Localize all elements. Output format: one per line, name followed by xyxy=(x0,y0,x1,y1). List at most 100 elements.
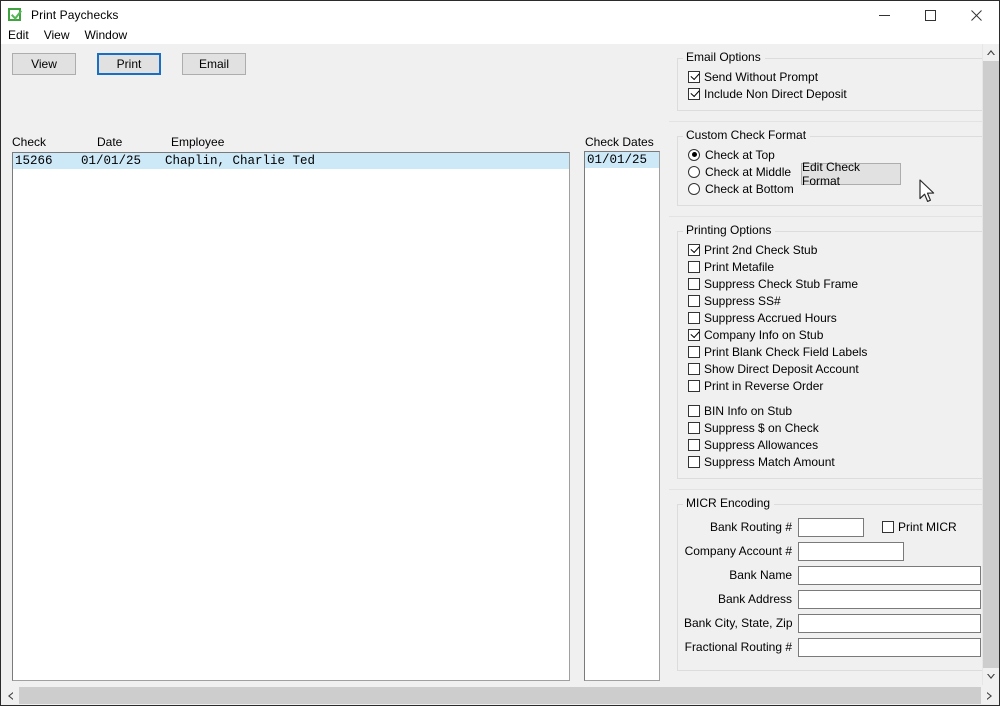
checkbox-icon xyxy=(688,345,700,358)
scroll-right-arrow[interactable] xyxy=(981,687,998,704)
column-header-employee: Employee xyxy=(171,135,225,149)
checkbox-show-direct-deposit-account[interactable]: Show Direct Deposit Account xyxy=(688,360,982,377)
option-label: Check at Bottom xyxy=(705,181,794,196)
checkbox-icon xyxy=(688,455,700,468)
print-button[interactable]: Print xyxy=(97,53,161,75)
scroll-down-arrow[interactable] xyxy=(983,668,999,685)
field-label: Bank City, State, Zip xyxy=(684,616,793,630)
paycheck-document-icon xyxy=(8,7,24,23)
option-label: Suppress Match Amount xyxy=(704,454,835,469)
micr-field-bank-routing: Bank Routing # Print MICR xyxy=(684,516,976,538)
edit-check-format-button[interactable]: Edit Check Format xyxy=(801,160,901,188)
printing-options-title: Printing Options xyxy=(683,223,776,237)
field-label: Fractional Routing # xyxy=(684,640,792,654)
checkbox-print-micr[interactable]: Print MICR xyxy=(882,520,957,534)
fractional-routing-input[interactable] xyxy=(798,637,981,657)
checkbox-icon xyxy=(688,379,700,392)
column-header-check: Check xyxy=(12,135,47,149)
micr-encoding-title: MICR Encoding xyxy=(683,496,775,510)
option-label: Company Info on Stub xyxy=(704,327,824,342)
bank-city-state-zip-input[interactable] xyxy=(798,613,981,633)
option-label: BIN Info on Stub xyxy=(704,403,793,418)
menu-item-view[interactable]: View xyxy=(44,27,78,44)
horizontal-scrollbar[interactable] xyxy=(2,687,998,704)
checkbox-suppress-ss-number[interactable]: Suppress SS# xyxy=(688,292,982,309)
checkbox-icon xyxy=(688,277,700,290)
maximize-button[interactable] xyxy=(907,1,953,29)
checkbox-icon xyxy=(688,87,700,100)
checkbox-icon xyxy=(688,243,700,256)
column-header-date: Date xyxy=(97,135,123,149)
checkbox-icon xyxy=(688,260,700,273)
micr-field-bank-address: Bank Address xyxy=(684,588,981,610)
checkbox-suppress-accrued-hours[interactable]: Suppress Accrued Hours xyxy=(688,309,982,326)
micr-field-fractional-routing: Fractional Routing # xyxy=(684,636,981,658)
checkbox-print-in-reverse-order[interactable]: Print in Reverse Order xyxy=(688,377,982,394)
scroll-left-arrow[interactable] xyxy=(2,687,19,704)
list-item[interactable]: 01/01/25 xyxy=(585,152,659,168)
checkbox-suppress-match-amount[interactable]: Suppress Match Amount xyxy=(688,453,982,470)
field-label: Bank Address xyxy=(717,592,792,606)
company-account-input[interactable] xyxy=(798,541,904,561)
view-button[interactable]: View xyxy=(12,53,76,75)
title-bar: Print Paychecks xyxy=(1,1,999,29)
checkbox-icon xyxy=(882,521,894,533)
bank-address-input[interactable] xyxy=(798,589,981,609)
bank-name-input[interactable] xyxy=(798,565,981,585)
minimize-button[interactable] xyxy=(861,1,907,29)
field-label: Bank Name xyxy=(729,568,792,582)
checkbox-suppress-allowances[interactable]: Suppress Allowances xyxy=(688,436,982,453)
micr-field-company-account: Company Account # xyxy=(684,540,976,562)
option-label: Include Non Direct Deposit xyxy=(704,86,847,101)
option-label: Send Without Prompt xyxy=(704,69,819,84)
check-dates-list[interactable]: 01/01/25 xyxy=(584,151,660,681)
checkbox-company-info-on-stub[interactable]: Company Info on Stub xyxy=(688,326,982,343)
print-paychecks-window: Print Paychecks Edit View Window View Pr… xyxy=(0,0,1000,706)
checkbox-print-blank-check-field-labels[interactable]: Print Blank Check Field Labels xyxy=(688,343,982,360)
scroll-up-arrow[interactable] xyxy=(983,44,999,61)
cell-check: 15266 xyxy=(15,154,53,168)
checkbox-send-without-prompt[interactable]: Send Without Prompt xyxy=(688,68,982,85)
micr-field-bank-city-state-zip: Bank City, State, Zip xyxy=(684,612,981,634)
micr-encoding-section: MICR Encoding Bank Routing # Print MICR … xyxy=(669,489,987,681)
cell-employee: Chaplin, Charlie Ted xyxy=(165,154,316,168)
checkbox-print-2nd-check-stub[interactable]: Print 2nd Check Stub xyxy=(688,241,982,258)
checkbox-icon xyxy=(688,70,700,83)
radio-icon xyxy=(688,148,700,161)
client-area: View Print Email Check Date Employee 152… xyxy=(1,44,999,705)
option-label: Print MICR xyxy=(898,520,957,534)
option-label: Suppress Accrued Hours xyxy=(704,310,837,325)
checkbox-suppress-dollar-on-check[interactable]: Suppress $ on Check xyxy=(688,419,982,436)
bank-routing-input[interactable] xyxy=(798,517,864,537)
horizontal-scrollbar-track[interactable] xyxy=(19,687,981,704)
email-button[interactable]: Email xyxy=(182,53,246,75)
option-label: Print Metafile xyxy=(704,259,775,274)
checkbox-bin-info-on-stub[interactable]: BIN Info on Stub xyxy=(688,402,982,419)
checkbox-print-metafile[interactable]: Print Metafile xyxy=(688,258,982,275)
check-list-header: Check Date Employee xyxy=(1,135,581,151)
checkbox-icon xyxy=(688,311,700,324)
option-label: Show Direct Deposit Account xyxy=(704,361,859,376)
vertical-scrollbar-thumb[interactable] xyxy=(983,61,999,668)
custom-check-format-title: Custom Check Format xyxy=(683,128,811,142)
horizontal-scrollbar-thumb[interactable] xyxy=(19,687,981,704)
menu-item-window[interactable]: Window xyxy=(84,27,135,44)
menu-bar: Edit View Window xyxy=(1,27,999,44)
checkbox-icon xyxy=(688,438,700,451)
vertical-scrollbar[interactable] xyxy=(982,44,999,685)
checkbox-suppress-check-stub-frame[interactable]: Suppress Check Stub Frame xyxy=(688,275,982,292)
check-list[interactable]: 15266 01/01/25 Chaplin, Charlie Ted xyxy=(12,152,570,681)
checkbox-icon xyxy=(688,404,700,417)
check-dates-label: Check Dates xyxy=(585,135,654,149)
checkbox-include-non-direct-deposit[interactable]: Include Non Direct Deposit xyxy=(688,85,982,102)
close-button[interactable] xyxy=(953,1,999,29)
option-label: Print Blank Check Field Labels xyxy=(704,344,868,359)
toolbar: View Print Email xyxy=(12,53,246,75)
printing-options-section: Printing Options Print 2nd Check Stub Pr… xyxy=(669,216,987,489)
checkbox-icon xyxy=(688,362,700,375)
radio-icon xyxy=(688,165,700,178)
menu-item-edit[interactable]: Edit xyxy=(8,27,37,44)
table-row[interactable]: 15266 01/01/25 Chaplin, Charlie Ted xyxy=(13,153,569,169)
checkbox-icon xyxy=(688,328,700,341)
